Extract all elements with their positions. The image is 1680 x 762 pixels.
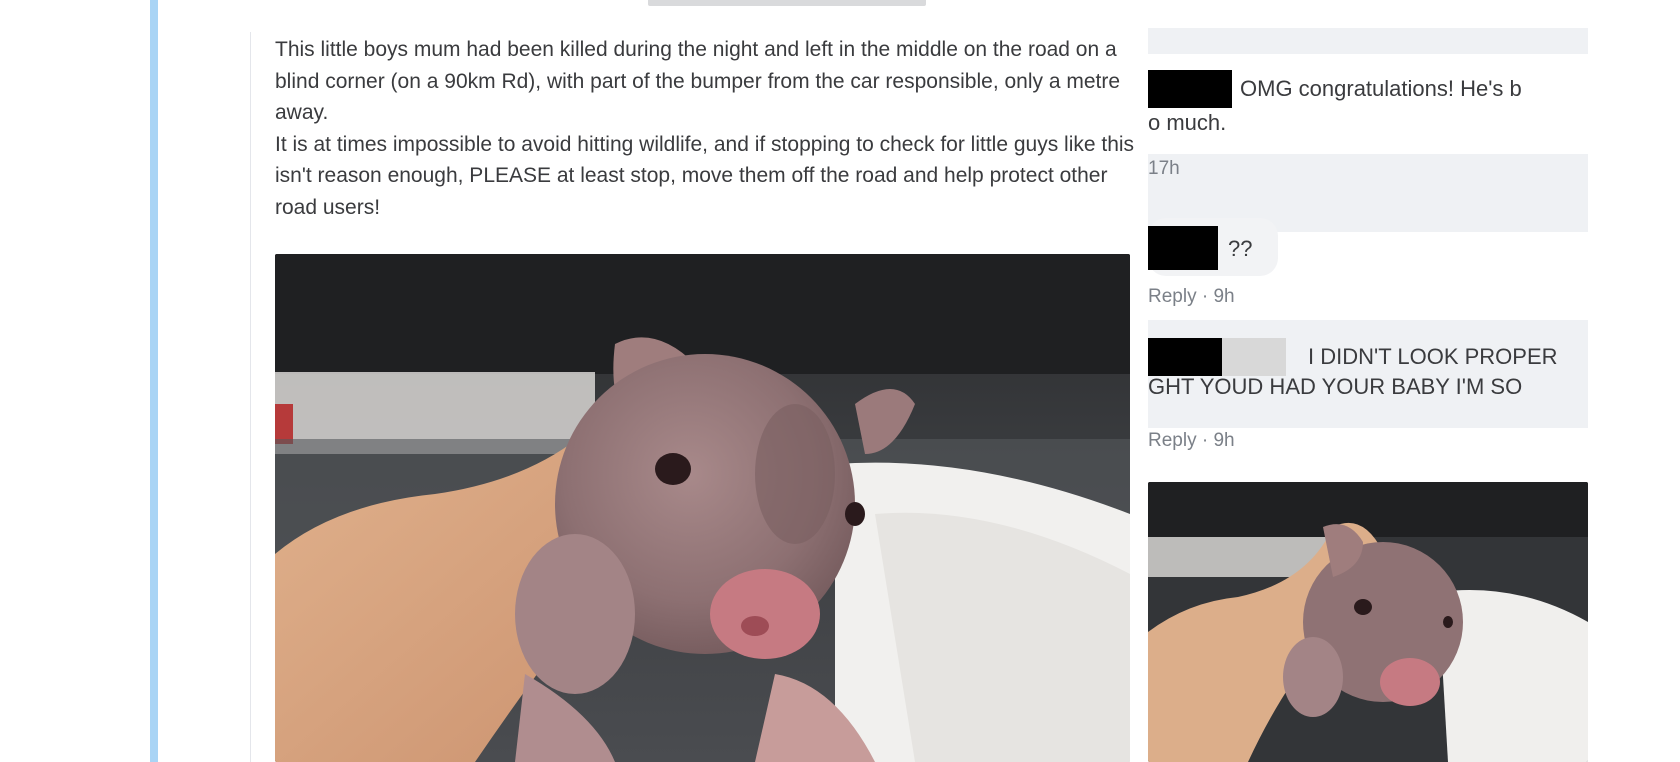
- comment-1-line-1: OMG congratulations! He's b: [1240, 76, 1522, 101]
- post-photo-baby-wombat[interactable]: [275, 254, 1130, 762]
- comment-3-reply-link[interactable]: Reply · 9h: [1148, 286, 1235, 308]
- post-divider: [250, 32, 251, 762]
- facebook-post: This little boys mum had been killed dur…: [250, 32, 1134, 762]
- cropped-top-element: [648, 0, 926, 6]
- redacted-commenter-name-gray: [1222, 338, 1286, 376]
- comment-1-line-2: o much.: [1148, 110, 1227, 135]
- comment-4-line-1: I DIDN'T LOOK PROPER: [1308, 344, 1558, 369]
- comment-divider-strip: [1148, 28, 1588, 54]
- redacted-commenter-name: [1148, 338, 1222, 376]
- wombat-photo-thumbnail-illustration: [1148, 482, 1588, 762]
- comment-4-line-2: GHT YOUD HAD YOUR BABY I'M SO: [1148, 374, 1523, 399]
- post-paragraph-1: This little boys mum had been killed dur…: [275, 38, 1121, 124]
- comment-photo-baby-wombat[interactable]: [1148, 482, 1588, 762]
- comment-2-timestamp: 17h: [1148, 158, 1180, 179]
- comment-3-text: ??: [1228, 236, 1253, 261]
- thread-indicator-bar: [150, 0, 158, 762]
- comment-4-reply-link[interactable]: Reply · 9h: [1148, 430, 1235, 452]
- post-paragraph-2: It is at times impossible to avoid hitti…: [275, 132, 1135, 219]
- redacted-commenter-name: [1148, 70, 1232, 108]
- redacted-commenter-name: [1148, 226, 1218, 270]
- post-text: This little boys mum had been killed dur…: [275, 34, 1135, 223]
- wombat-photo-illustration: [275, 254, 1130, 762]
- comments-panel: OMG congratulations! He's b o much. 17h …: [1148, 28, 1588, 762]
